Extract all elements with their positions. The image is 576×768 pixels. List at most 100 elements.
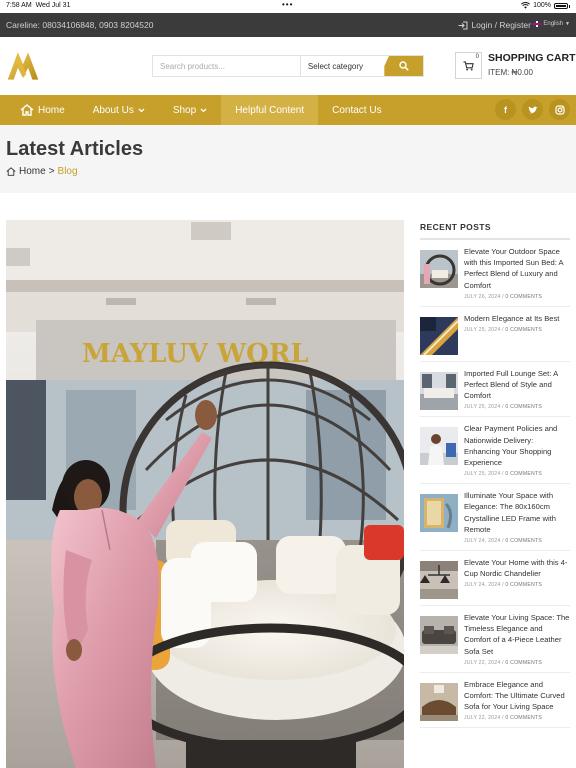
cart-button[interactable]: 0 [455,52,482,79]
post-meta: JULY 25, 2024 / 0 COMMENTS [464,404,542,411]
post-meta: JULY 25, 2024 / 0 COMMENTS [464,471,542,478]
post-meta: JULY 24, 2024 / 0 COMMENTS [464,538,542,545]
nav-label: Shop [172,104,197,116]
post-comments-link[interactable]: 0 COMMENTS [505,471,542,477]
nav-label: Home [38,104,65,116]
nav-label: Helpful Content [235,104,305,116]
search-button[interactable] [384,56,423,76]
battery-icon [554,2,570,9]
cart-total: ITEM: ₦0.00 [488,68,533,77]
language-label: English [543,21,564,27]
shopping-cart-icon [463,60,474,71]
breadcrumb-home[interactable]: Home [19,166,46,177]
twitter-icon[interactable] [522,99,543,120]
cart-title[interactable]: SHOPPING CART [488,52,576,64]
mayluv-logo[interactable] [6,49,40,83]
page-title-bar: Latest Articles Home > Blog [0,125,576,193]
product-search-form: Select category [152,55,424,77]
post-comments-link[interactable]: 0 COMMENTS [505,294,542,300]
post-date: JULY 24, 2024 [464,538,501,545]
breadcrumb-current: Blog [57,166,78,177]
post-thumbnail[interactable] [420,494,458,533]
post-comments-link[interactable]: 0 COMMENTS [505,582,542,588]
instagram-icon[interactable] [549,99,570,120]
login-register-label: Login / Register [471,20,531,30]
post-meta: JULY 24, 2024 / 0 COMMENTS [464,582,542,589]
post-date: JULY 22, 2024 [464,659,501,666]
post-title-link[interactable]: Elevate Your Outdoor Space with this Imp… [464,246,570,291]
chevron-down-icon [138,108,145,112]
language-selector[interactable]: English ▼ [532,21,570,27]
site-header: Select category 0 SHOPPING CART ITEM: ₦0… [0,37,576,95]
post-thumbnail[interactable] [420,561,458,600]
post-title-link[interactable]: Imported Full Lounge Set: A Perfect Blen… [464,368,570,402]
post-date: JULY 22, 2024 [464,715,501,722]
uk-flag-icon [532,21,542,27]
list-item[interactable]: Elevate Your Living Space: The Timeless … [420,606,570,673]
list-item[interactable]: Illuminate Your Space with Elegance: The… [420,484,570,552]
social-links: f [495,99,570,120]
post-comments-link[interactable]: 0 COMMENTS [505,404,542,410]
nav-label: About Us [92,104,134,116]
top-info-bar: Careline: 08034106848, 0903 8204520 Logi… [0,13,576,37]
recent-posts-title: RECENT POSTS [420,222,570,240]
login-icon [458,21,468,29]
status-bar: 7:58 AM Wed Jul 31 ••• 100% [0,0,576,13]
cart-count: 0 [475,54,479,60]
post-thumbnail[interactable] [420,682,458,721]
main-navigation: Home About Us Shop Helpful Content Conta… [0,95,576,125]
post-date: JULY 25, 2024 [464,471,501,478]
search-input[interactable] [153,56,301,76]
home-icon [6,167,16,176]
post-meta: JULY 22, 2024 / 0 COMMENTS [464,715,542,722]
nav-item-helpful-content[interactable]: Helpful Content [221,95,319,125]
recent-posts-sidebar: RECENT POSTS Elevate Your Outdoor Space … [420,222,570,729]
chevron-down-icon [200,108,207,112]
list-item[interactable]: Modern Elegance at Its Best JULY 25, 202… [420,307,570,362]
status-indicators: 100% [521,2,570,9]
post-title-link[interactable]: Elevate Your Living Space: The Timeless … [464,612,570,657]
post-thumbnail[interactable] [420,250,458,288]
post-comments-link[interactable]: 0 COMMENTS [505,538,542,544]
post-meta: JULY 22, 2024 / 0 COMMENTS [464,659,542,666]
list-item[interactable]: Embrace Elegance and Comfort: The Ultima… [420,673,570,729]
careline-text: Careline: 08034106848, 0903 8204520 [6,20,154,30]
post-title-link[interactable]: Illuminate Your Space with Elegance: The… [464,490,570,535]
post-title-link[interactable]: Elevate Your Home with this 4-Cup Nordic… [464,557,570,579]
post-thumbnail[interactable] [420,316,458,355]
post-date: JULY 26, 2024 [464,293,501,300]
chevron-down-icon: ▼ [565,21,570,27]
nav-label: Contact Us [332,104,382,116]
list-item[interactable]: Elevate Your Home with this 4-Cup Nordic… [420,551,570,607]
post-date: JULY 24, 2024 [464,582,501,589]
list-item[interactable]: Clear Payment Policies and Nationwide De… [420,417,570,485]
nav-item-shop[interactable]: Shop [159,95,221,125]
post-date: JULY 25, 2024 [464,327,501,334]
post-comments-link[interactable]: 0 COMMENTS [505,327,542,333]
search-icon [398,61,409,71]
post-thumbnail[interactable] [420,371,458,410]
wifi-icon [521,2,531,9]
nav-item-contact-us[interactable]: Contact Us [318,95,395,125]
multitasking-dots-icon[interactable]: ••• [282,0,293,9]
post-comments-link[interactable]: 0 COMMENTS [505,715,542,721]
post-thumbnail[interactable] [420,616,458,655]
category-select[interactable]: Select category [300,56,385,76]
nav-item-about-us[interactable]: About Us [79,95,159,125]
list-item[interactable]: Elevate Your Outdoor Space with this Imp… [420,240,570,307]
breadcrumb: Home > Blog [6,166,78,177]
featured-article-image[interactable]: MAYLUV WORL [6,220,404,768]
post-meta: JULY 25, 2024 / 0 COMMENTS [464,327,542,334]
post-meta: JULY 26, 2024 / 0 COMMENTS [464,293,542,300]
nav-item-home[interactable]: Home [0,95,79,125]
post-thumbnail[interactable] [420,427,458,466]
breadcrumb-separator: > [48,166,55,177]
post-title-link[interactable]: Modern Elegance at Its Best [464,313,570,324]
login-register-link[interactable]: Login / Register [458,20,531,30]
status-time: 7:58 AM Wed Jul 31 [6,2,71,9]
facebook-icon[interactable]: f [495,99,516,120]
post-title-link[interactable]: Embrace Elegance and Comfort: The Ultima… [464,679,570,713]
list-item[interactable]: Imported Full Lounge Set: A Perfect Blen… [420,362,570,418]
post-comments-link[interactable]: 0 COMMENTS [505,660,542,666]
post-title-link[interactable]: Clear Payment Policies and Nationwide De… [464,423,570,468]
